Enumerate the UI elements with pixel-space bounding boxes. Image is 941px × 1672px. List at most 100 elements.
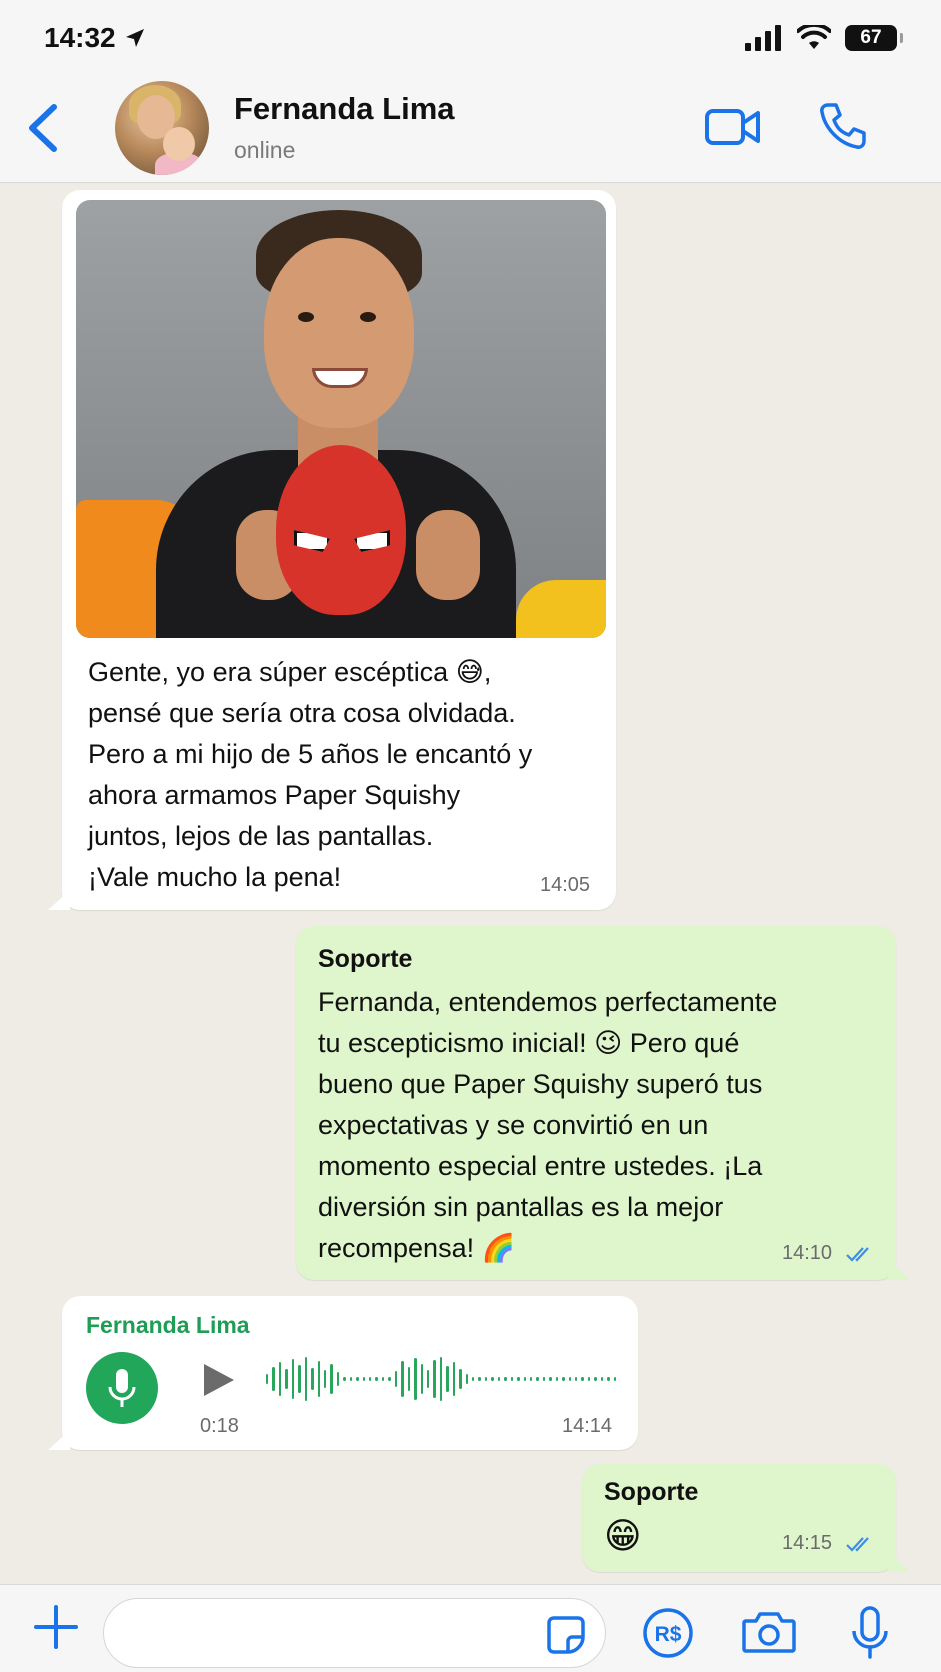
sticker-button[interactable]	[546, 1615, 586, 1655]
image-caption: Gente, yo era súper escéptica 😅, pensé q…	[88, 652, 608, 898]
outgoing-message-text: Fernanda, entendemos perfectamente tu es…	[318, 982, 878, 1269]
pix-payment-icon: R$	[643, 1608, 693, 1658]
video-call-button[interactable]	[704, 105, 762, 149]
waveform-bar	[549, 1377, 552, 1381]
message-line: expectativas y se convirtió en un	[318, 1110, 709, 1140]
waveform-bar	[304, 1357, 308, 1401]
waveform-bar	[452, 1362, 456, 1396]
status-bar: 14:32 67	[0, 0, 941, 75]
waveform-bar	[446, 1366, 449, 1392]
contact-name[interactable]: Fernanda Lima	[234, 91, 455, 127]
wifi-icon	[797, 24, 831, 49]
waveform-bar	[472, 1377, 475, 1381]
emoji-message-text: 😁	[604, 1515, 642, 1556]
waveform-bar	[575, 1377, 578, 1381]
waveform-bar	[311, 1368, 314, 1390]
waveform-bar	[414, 1358, 417, 1400]
signal-icon	[745, 24, 781, 51]
video-camera-icon	[705, 109, 760, 145]
waveform-bar	[349, 1377, 353, 1381]
battery-indicator: 67	[845, 24, 903, 51]
waveform-bar	[510, 1377, 514, 1381]
message-input[interactable]	[103, 1598, 606, 1668]
waveform-bar	[568, 1377, 571, 1381]
waveform-bar	[291, 1359, 295, 1399]
message-time-group: 14:15	[782, 1532, 876, 1555]
waveform-bar	[433, 1360, 436, 1398]
waveform-bar	[613, 1377, 617, 1381]
sender-name: Soporte	[604, 1478, 699, 1506]
sender-name: Fernanda Lima	[86, 1312, 250, 1338]
waveform-bar	[272, 1367, 275, 1391]
waveform-bar	[562, 1377, 565, 1381]
sender-name: Soporte	[318, 945, 413, 973]
waveform-bar	[330, 1364, 333, 1394]
waveform-bar	[375, 1377, 378, 1381]
waveform-bar	[362, 1377, 365, 1381]
waveform-bar	[529, 1377, 533, 1381]
camera-button[interactable]	[742, 1609, 796, 1655]
message-input-bar: R$	[0, 1584, 941, 1672]
caption-line: juntos, lejos de las pantallas.	[88, 821, 434, 851]
caption-line: ahora armamos Paper Squishy	[88, 780, 461, 810]
message-line: momento especial entre ustedes. ¡La	[318, 1151, 763, 1181]
waveform-bar	[369, 1377, 372, 1381]
sticker-icon	[547, 1616, 585, 1654]
waveform-bar	[381, 1377, 385, 1381]
play-button[interactable]	[200, 1362, 236, 1398]
svg-text:R$: R$	[655, 1623, 682, 1646]
waveform-bar	[388, 1377, 391, 1381]
waveform-bar	[600, 1377, 604, 1381]
status-time: 14:32	[44, 21, 116, 53]
chat-header: Fernanda Lima online	[0, 75, 941, 183]
waveform-bar	[459, 1369, 462, 1389]
message-time: 14:05	[540, 874, 591, 896]
phone-icon	[820, 103, 866, 149]
status-icons: 67	[745, 24, 903, 51]
waveform-bar	[536, 1377, 539, 1381]
back-button[interactable]	[24, 101, 64, 155]
message-photo[interactable]	[76, 200, 606, 638]
status-time-group: 14:32	[44, 22, 146, 54]
voice-record-button[interactable]	[850, 1605, 890, 1661]
battery-level: 67	[860, 26, 882, 48]
caption-line: ¡Vale mucho la pena!	[88, 862, 342, 892]
message-line: diversión sin pantallas es la mejor	[318, 1192, 724, 1222]
waveform-bar	[439, 1357, 443, 1401]
voice-duration: 0:18	[200, 1415, 239, 1437]
contact-status: online	[234, 137, 296, 163]
waveform-bar	[517, 1377, 520, 1381]
waveform-bar	[587, 1377, 591, 1381]
waveform-bar	[336, 1372, 340, 1386]
message-time: 14:14	[562, 1415, 613, 1437]
waveform-bar	[478, 1377, 481, 1381]
location-arrow-icon	[125, 28, 144, 47]
waveform-bar	[278, 1362, 282, 1396]
message-line: bueno que Paper Squishy superó tus	[318, 1069, 763, 1099]
message-time: 14:10	[782, 1242, 833, 1264]
voice-waveform[interactable]	[266, 1354, 617, 1404]
avatar[interactable]	[115, 81, 209, 175]
double-check-icon	[845, 1536, 869, 1552]
waveform-bar	[343, 1377, 346, 1381]
voice-call-button[interactable]	[818, 101, 868, 151]
waveform-bar	[426, 1370, 430, 1388]
caption-line: Pero a mi hijo de 5 años le encantó y	[88, 739, 533, 769]
waveform-bar	[484, 1377, 488, 1381]
waveform-bar	[420, 1364, 423, 1394]
payment-button[interactable]: R$	[642, 1607, 694, 1659]
camera-icon	[742, 1612, 796, 1653]
attach-button[interactable]	[32, 1603, 80, 1651]
waveform-bar	[323, 1370, 327, 1388]
waveform-bar	[407, 1367, 411, 1391]
waveform-bar	[555, 1377, 559, 1381]
chevron-left-icon	[29, 104, 57, 152]
microphone-icon	[852, 1606, 888, 1659]
waveform-bar	[317, 1361, 320, 1397]
waveform-bar	[401, 1361, 404, 1397]
plus-icon	[34, 1605, 78, 1649]
message-time-group: 14:10	[782, 1242, 876, 1265]
double-check-icon	[845, 1246, 869, 1262]
message-line: tu escepticismo inicial! 😉 Pero qué	[318, 1028, 740, 1058]
caption-line: Gente, yo era súper escéptica 😅,	[88, 657, 492, 687]
